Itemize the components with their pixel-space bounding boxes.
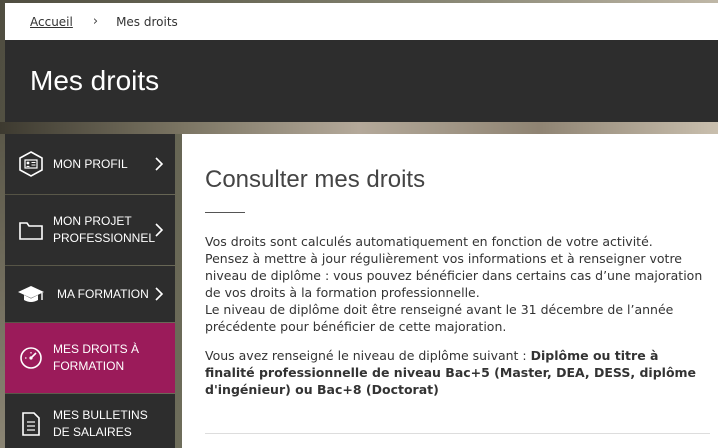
sidebar-item-ma-formation[interactable]: MA FORMATION <box>5 266 175 322</box>
breadcrumb: Accueil › Mes droits <box>5 3 718 40</box>
sidebar-nav: MON PROFIL MON PROJET PROFESSIONNEL MA F… <box>5 134 175 448</box>
main-content: Consulter mes droits Vos droits sont cal… <box>182 134 718 448</box>
document-icon <box>17 410 45 438</box>
sidebar-item-label: MON PROFIL <box>53 156 128 171</box>
title-underline <box>205 212 245 213</box>
chevron-right-icon <box>155 157 164 171</box>
rights-description: Vos droits sont calculés automatiquement… <box>205 233 710 335</box>
graduation-cap-icon <box>17 280 45 308</box>
sidebar-item-mes-bulletins-de-salaires[interactable]: MES BULLETINS DE SALAIRES <box>5 394 175 448</box>
breadcrumb-current: Mes droits <box>116 14 178 29</box>
id-card-icon <box>17 150 45 178</box>
sidebar-item-mon-profil[interactable]: MON PROFIL <box>5 134 175 194</box>
chevron-right-icon <box>155 223 164 237</box>
sidebar-item-label: MON PROJET PROFESSIONNEL <box>53 214 156 245</box>
description-line: Vos droits sont calculés automatiquement… <box>205 234 653 249</box>
sidebar-item-mon-projet-professionnel[interactable]: MON PROJET PROFESSIONNEL <box>5 195 175 265</box>
sidebar-item-label: MA FORMATION <box>57 286 149 301</box>
chevron-right-icon <box>155 287 164 301</box>
page-header: Mes droits <box>5 40 718 122</box>
folder-icon <box>17 216 45 244</box>
breadcrumb-home-link[interactable]: Accueil <box>30 15 73 29</box>
sidebar-item-label: MES DROITS À FORMATION <box>53 342 140 373</box>
breadcrumb-separator: › <box>92 14 99 29</box>
page-title: Mes droits <box>30 65 160 96</box>
diploma-level-info: Vous avez renseigné le niveau de diplôme… <box>205 347 710 398</box>
background-strip <box>0 122 718 134</box>
section-title: Consulter mes droits <box>205 166 426 193</box>
gauge-icon <box>17 344 45 372</box>
divider <box>205 433 710 434</box>
sidebar-item-mes-droits-a-formation[interactable]: MES DROITS À FORMATION <box>5 323 175 393</box>
diploma-level-prefix: Vous avez renseigné le niveau de diplôme… <box>205 348 531 363</box>
sidebar-item-label: MES BULLETINS DE SALAIRES <box>53 408 148 439</box>
description-line: Le niveau de diplôme doit être renseigné… <box>205 302 674 334</box>
description-line: Pensez à mettre à jour régulièrement vos… <box>205 251 703 300</box>
